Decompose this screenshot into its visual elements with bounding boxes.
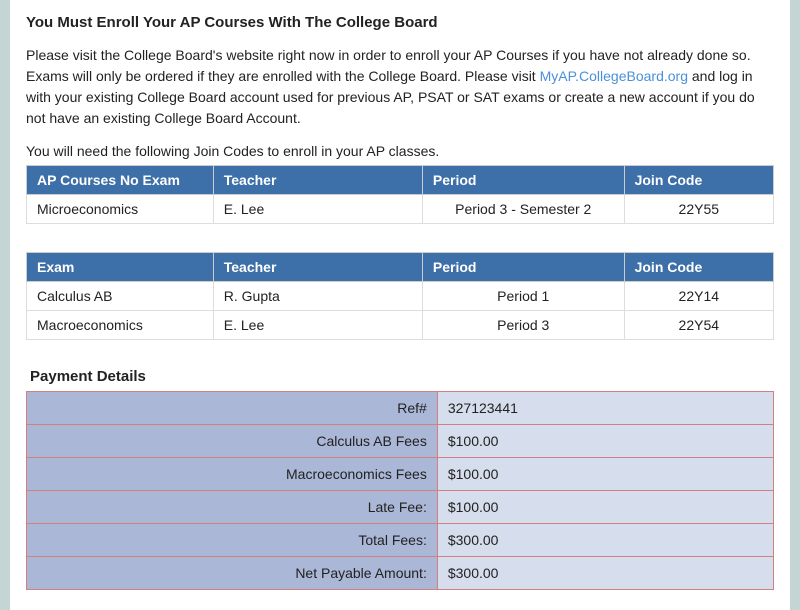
payment-table: Ref# 327123441 Calculus AB Fees $100.00 … xyxy=(26,391,774,590)
cell-teacher: R. Gupta xyxy=(213,282,422,311)
table-row: Microeconomics E. Lee Period 3 - Semeste… xyxy=(27,195,774,224)
cell-course: Microeconomics xyxy=(27,195,214,224)
table-row: Calculus AB R. Gupta Period 1 22Y14 xyxy=(27,282,774,311)
cell-period: Period 3 - Semester 2 xyxy=(422,195,624,224)
col-code: Join Code xyxy=(624,253,773,282)
cell-code: 22Y55 xyxy=(624,195,773,224)
payment-value: 327123441 xyxy=(437,392,773,425)
col-teacher: Teacher xyxy=(213,166,422,195)
payment-details-title: Payment Details xyxy=(30,368,774,385)
page-title: You Must Enroll Your AP Courses With The… xyxy=(26,14,774,31)
payment-value: $100.00 xyxy=(437,458,773,491)
cell-teacher: E. Lee xyxy=(213,195,422,224)
join-codes-note: You will need the following Join Codes t… xyxy=(26,143,774,159)
payment-label: Macroeconomics Fees xyxy=(27,458,438,491)
college-board-link[interactable]: MyAP.CollegeBoard.org xyxy=(540,68,688,84)
col-course: AP Courses No Exam xyxy=(27,166,214,195)
payment-label: Net Payable Amount: xyxy=(27,557,438,590)
payment-row: Macroeconomics Fees $100.00 xyxy=(27,458,774,491)
col-exam: Exam xyxy=(27,253,214,282)
payment-value: $100.00 xyxy=(437,491,773,524)
payment-label: Calculus AB Fees xyxy=(27,425,438,458)
payment-row: Total Fees: $300.00 xyxy=(27,524,774,557)
payment-row: Calculus AB Fees $100.00 xyxy=(27,425,774,458)
intro-paragraph: Please visit the College Board's website… xyxy=(26,45,774,129)
col-period: Period xyxy=(422,253,624,282)
payment-row: Net Payable Amount: $300.00 xyxy=(27,557,774,590)
payment-label: Total Fees: xyxy=(27,524,438,557)
cell-period: Period 1 xyxy=(422,282,624,311)
payment-row: Ref# 327123441 xyxy=(27,392,774,425)
col-code: Join Code xyxy=(624,166,773,195)
cell-course: Calculus AB xyxy=(27,282,214,311)
cell-course: Macroeconomics xyxy=(27,311,214,340)
table-row: Macroeconomics E. Lee Period 3 22Y54 xyxy=(27,311,774,340)
payment-label: Ref# xyxy=(27,392,438,425)
no-exam-table: AP Courses No Exam Teacher Period Join C… xyxy=(26,165,774,224)
payment-value: $100.00 xyxy=(437,425,773,458)
payment-value: $300.00 xyxy=(437,524,773,557)
table-header-row: Exam Teacher Period Join Code xyxy=(27,253,774,282)
col-period: Period xyxy=(422,166,624,195)
exam-table: Exam Teacher Period Join Code Calculus A… xyxy=(26,252,774,340)
cell-teacher: E. Lee xyxy=(213,311,422,340)
payment-label: Late Fee: xyxy=(27,491,438,524)
table-header-row: AP Courses No Exam Teacher Period Join C… xyxy=(27,166,774,195)
payment-row: Late Fee: $100.00 xyxy=(27,491,774,524)
page-container: You Must Enroll Your AP Courses With The… xyxy=(10,0,790,610)
cell-period: Period 3 xyxy=(422,311,624,340)
payment-value: $300.00 xyxy=(437,557,773,590)
cell-code: 22Y14 xyxy=(624,282,773,311)
cell-code: 22Y54 xyxy=(624,311,773,340)
col-teacher: Teacher xyxy=(213,253,422,282)
